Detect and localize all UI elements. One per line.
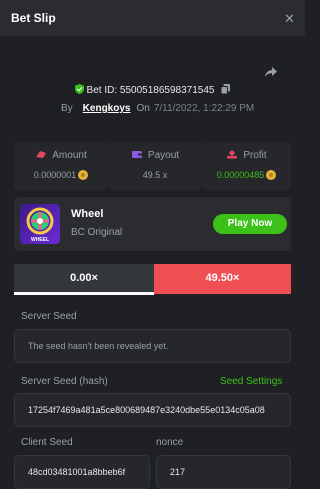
bet-id-row: Bet ID: 5500518659837154​5 bbox=[0, 84, 305, 96]
coin-icon bbox=[78, 170, 89, 180]
server-hash-label: Server Seed (hash) bbox=[21, 376, 108, 387]
game-card: WHEEL Wheel BC Original Play Now bbox=[14, 197, 291, 251]
stat-payout: Payout 49.5 x bbox=[108, 142, 202, 190]
close-icon[interactable]: ✕ bbox=[284, 11, 295, 27]
stat-label: Amount bbox=[52, 150, 87, 161]
stat-profit: Profit 0.00000485 bbox=[202, 142, 291, 190]
seed-settings-link[interactable]: Seed Settings bbox=[220, 376, 282, 387]
server-seed-field[interactable]: The seed hasn't been revealed yet. bbox=[14, 329, 291, 363]
header: Bet Slip ✕ bbox=[0, 0, 305, 36]
copy-icon[interactable] bbox=[221, 84, 231, 94]
play-now-button[interactable]: Play Now bbox=[213, 214, 287, 234]
on-label: On bbox=[136, 103, 150, 114]
game-name: Wheel bbox=[71, 208, 104, 220]
stat-value: 49.5 x bbox=[142, 170, 168, 180]
bet-date: 7/11/2022, 1:22:29 PM bbox=[153, 103, 255, 114]
nonce-label: nonce bbox=[156, 437, 184, 448]
multiplier-result-right: 49.50× bbox=[154, 264, 291, 294]
wheel-game-thumbnail[interactable]: WHEEL bbox=[20, 204, 60, 244]
shield-check-icon bbox=[74, 84, 84, 94]
stat-value: 0.00000485 bbox=[216, 170, 265, 180]
stat-amount: Amount 0.0000001 bbox=[14, 142, 108, 190]
client-seed-label: Client Seed bbox=[21, 437, 73, 448]
server-hash-field[interactable]: 17254f7469a481a5ce800689487e3240dbe55e01… bbox=[14, 393, 291, 427]
bet-author-row: By Kengkoys On 7/11/2022, 1:22:29 PM bbox=[61, 103, 254, 114]
stat-label: Payout bbox=[147, 150, 180, 161]
nonce-field[interactable]: 217 bbox=[156, 455, 291, 489]
share-icon[interactable] bbox=[264, 66, 278, 78]
coin-icon bbox=[266, 170, 277, 180]
game-subtitle: BC Original bbox=[71, 227, 123, 238]
money-icon bbox=[36, 151, 47, 158]
thumb-text: WHEEL bbox=[31, 237, 49, 243]
stat-value: 0.0000001 bbox=[33, 170, 77, 180]
client-seed-field[interactable]: 48cd03481001a8bbeb6f bbox=[14, 455, 150, 489]
server-seed-label: Server Seed bbox=[21, 311, 77, 322]
username-link[interactable]: Kengkoys bbox=[83, 103, 131, 114]
server-hash-value: 17254f7469a481a5ce800689487e3240dbe55e01… bbox=[28, 405, 265, 415]
profit-icon bbox=[227, 150, 238, 159]
nonce-value: 217 bbox=[170, 467, 186, 477]
multiplier-result-left: 0.00× bbox=[14, 264, 154, 295]
stat-label: Profit bbox=[243, 150, 267, 161]
server-seed-placeholder: The seed hasn't been revealed yet. bbox=[28, 341, 169, 351]
client-seed-value: 48cd03481001a8bbeb6f bbox=[28, 467, 126, 477]
wallet-icon bbox=[131, 151, 142, 158]
wheel-icon: WHEEL bbox=[26, 207, 54, 243]
by-label: By bbox=[61, 103, 73, 114]
bet-id: Bet ID: 5500518659837154​5 bbox=[86, 85, 215, 96]
page-title: Bet Slip bbox=[11, 11, 56, 25]
